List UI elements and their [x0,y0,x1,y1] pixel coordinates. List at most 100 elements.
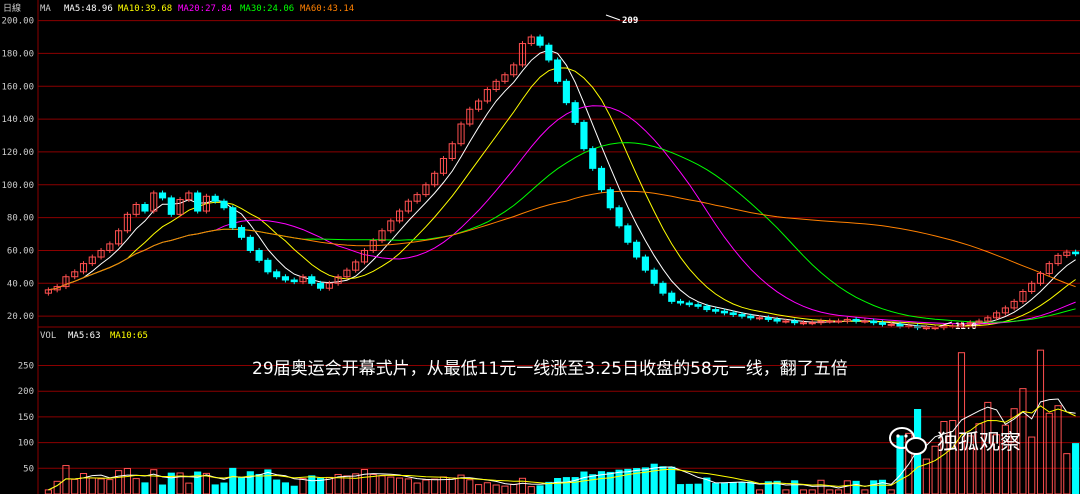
volume-bar [896,435,904,494]
ma30-legend: MA30:24.06 [240,4,294,14]
candle-body [536,36,544,46]
candle-body [878,322,887,325]
candle-body [554,59,562,82]
candle-body [273,271,281,278]
price-tick-label: 40.00 [7,279,34,289]
candle-body [738,314,746,317]
candle-body [870,320,878,324]
volume-bar [606,471,614,494]
volume-bar [237,476,246,494]
candle-body [220,200,228,209]
watermark-text: 独孤观察 [937,430,1021,454]
volume-bar [615,469,623,494]
volume-bar [562,477,570,494]
candle-body [615,207,623,227]
candle-body [141,203,149,212]
volume-bar [290,485,298,494]
candle-body [729,312,737,316]
candle-body [834,320,843,323]
vol-ma5-legend: MA5:63 [68,331,101,341]
candle-body [641,256,649,271]
candle-body [755,317,764,320]
candle-body [571,102,579,123]
candle-body [281,276,290,281]
candle-body [659,282,667,294]
vol-tick-label: 50 [23,464,34,474]
candle-body [773,318,781,322]
stock-chart: 日線 MA MA5:48.96 MA10:39.68 MA20:27.84 MA… [0,0,1080,494]
candle-body [712,309,720,312]
volume-bar [308,475,316,494]
candle-body [597,167,606,191]
volume-bar [668,466,676,494]
price-tick-label: 180.00 [1,49,34,59]
price-tick-label: 200.00 [1,17,34,27]
candle-body [799,322,808,325]
candle-body [545,44,553,61]
volume-bar [220,482,228,494]
vol-header: VOL MA5:63 MA10:65 [40,331,148,341]
candle-body [922,327,930,330]
candle-body [211,195,219,202]
vol-title: VOL [40,331,56,341]
annotation-text: 29届奥运会开幕式片，从最低11元一线涨至3.25日收盘的58元一线，翻了五倍 [252,359,848,379]
volume-bar [255,473,263,494]
candle-body [676,300,685,304]
price-tick-label: 120.00 [1,148,34,158]
volume-bar [589,474,597,494]
candle-body [826,320,834,323]
volume-bar [273,479,281,494]
candle-body [685,302,693,306]
candle-body [747,315,755,319]
volume-bar [1072,443,1080,494]
volume-bar [624,468,632,494]
volume-bar [536,485,544,494]
candle-body [808,322,816,325]
vol-ma10-legend: MA10:65 [110,331,148,341]
vol-tick-label: 150 [18,413,34,423]
candle-body [624,225,632,243]
volume-bar [246,471,254,494]
candle-body [887,323,895,326]
price-tick-label: 100.00 [1,181,34,191]
candle-body [562,80,570,104]
candle-body [852,318,860,322]
volume-bar [852,480,860,494]
candle-body [158,192,167,199]
ma60-legend: MA60:43.14 [300,4,354,14]
volume-bar [158,484,167,494]
candle-body [237,226,246,238]
candle-body [703,305,711,311]
price-tick-label: 60.00 [7,246,34,256]
period-label: 日線 [3,2,21,14]
volume-bar [281,482,290,494]
candle-body [167,197,175,215]
candle-body [580,121,588,150]
candle-body [229,207,237,228]
candle-body [308,276,316,284]
candle-body [264,259,272,273]
candle-body [791,320,799,324]
vol-tick-label: 250 [18,362,34,372]
volume-bar [791,480,799,494]
volume-bar [580,471,588,494]
volume-bar [870,480,878,494]
candle-body [255,249,263,261]
volume-bar [141,482,149,494]
price-tick-label: 80.00 [7,214,34,224]
price-tick-label: 160.00 [1,82,34,92]
candle-body [606,189,614,209]
volume-bar [720,482,728,494]
candle-body [589,148,597,169]
vol-tick-label: 100 [18,439,34,449]
candle-body [246,236,254,251]
ma10-legend: MA10:39.68 [118,4,172,14]
candle-body [290,279,298,283]
volume-bar [211,484,219,494]
volume-bar [747,481,755,494]
candle-body [668,292,676,302]
volume-bar [712,482,720,494]
ma20-legend: MA20:27.84 [178,4,232,14]
candle-body [896,323,904,327]
ma-title: MA [40,4,51,14]
